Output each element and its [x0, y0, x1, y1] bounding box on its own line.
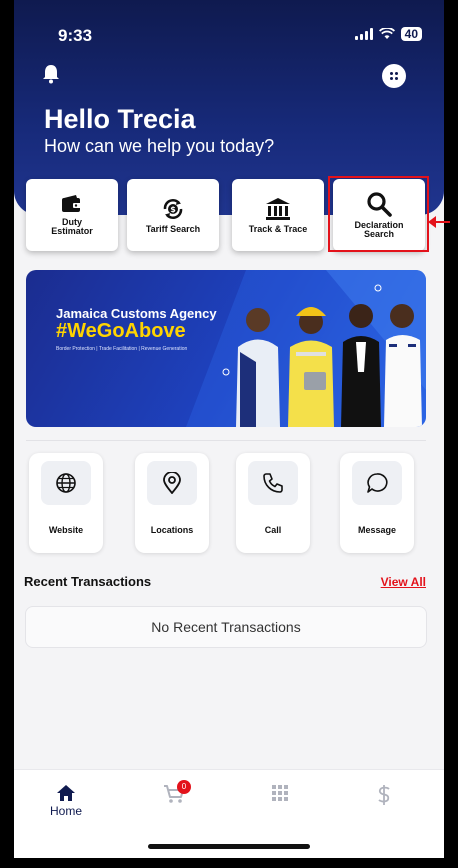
locations-icon-box	[147, 461, 197, 505]
duty-estimator-button[interactable]: Duty Estimator	[26, 179, 118, 251]
battery-indicator: 40	[400, 27, 422, 41]
call-label: Call	[264, 525, 282, 535]
location-pin-icon	[163, 472, 181, 494]
message-label: Message	[357, 525, 397, 535]
banner-title: Jamaica Customs Agency	[56, 306, 217, 321]
status-time: 9:33	[58, 26, 93, 45]
cellular-signal-icon	[354, 28, 373, 40]
banner-subtext: Border Protection | Trade Facilitation |…	[56, 346, 188, 352]
recent-transactions-title: Recent Transactions	[24, 574, 152, 589]
bank-building-icon	[266, 197, 290, 220]
grid-icon	[272, 785, 288, 801]
tab-payments[interactable]	[354, 784, 414, 806]
tab-apps[interactable]	[250, 784, 310, 802]
call-button[interactable]: Call	[236, 453, 310, 553]
website-icon-box	[41, 461, 91, 505]
tariff-search-button[interactable]: $ Tariff Search	[127, 179, 219, 251]
annotation-highlight-box	[328, 176, 429, 252]
promo-banner[interactable]: Jamaica Customs Agency #WeGoAbove Border…	[26, 270, 426, 427]
track-and-trace-label: Track & Trace	[248, 223, 308, 234]
empty-state-text: No Recent Transactions	[151, 619, 301, 635]
view-all-link[interactable]: View All	[381, 575, 426, 589]
section-divider	[26, 440, 426, 441]
banner-hashtag: #WeGoAbove	[56, 320, 186, 342]
svg-text:$: $	[170, 205, 176, 214]
greeting-title: Hello Trecia	[44, 104, 196, 134]
tab-home-label: Home	[49, 804, 82, 818]
tab-home[interactable]: Home	[36, 784, 96, 818]
dollar-icon	[378, 785, 390, 805]
message-button[interactable]: Message	[340, 453, 414, 553]
customs-officers-image	[236, 304, 422, 427]
dollar-cycle-icon: $	[163, 198, 183, 219]
call-icon-box	[248, 461, 298, 505]
globe-icon	[56, 473, 76, 493]
message-icon-box	[352, 461, 402, 505]
phone-screen: 9:33 40 Hello Trecia How can we help you…	[14, 0, 444, 858]
website-label: Website	[48, 525, 84, 535]
locations-button[interactable]: Locations	[135, 453, 209, 553]
track-and-trace-button[interactable]: Track & Trace	[232, 179, 324, 251]
wifi-icon	[378, 28, 395, 39]
phone-icon	[263, 473, 283, 493]
cart-badge: 0	[177, 780, 191, 794]
annotation-arrow-head	[428, 216, 436, 228]
notification-bell-icon[interactable]	[42, 64, 60, 84]
tariff-search-label: Tariff Search	[145, 223, 201, 234]
duty-estimator-label: Duty Estimator	[51, 217, 93, 236]
home-indicator	[148, 844, 310, 849]
locations-label: Locations	[150, 525, 194, 535]
chat-icon	[367, 473, 388, 493]
wallet-icon	[62, 195, 82, 212]
recent-transactions-empty: No Recent Transactions	[25, 606, 427, 648]
status-icons: 40	[354, 27, 422, 41]
greeting-subtitle: How can we help you today?	[44, 136, 275, 156]
tab-cart[interactable]: 0	[144, 780, 204, 804]
apps-menu-button[interactable]	[382, 64, 406, 88]
home-icon	[57, 785, 75, 801]
website-button[interactable]: Website	[29, 453, 103, 553]
grid-dots-icon	[390, 72, 398, 80]
